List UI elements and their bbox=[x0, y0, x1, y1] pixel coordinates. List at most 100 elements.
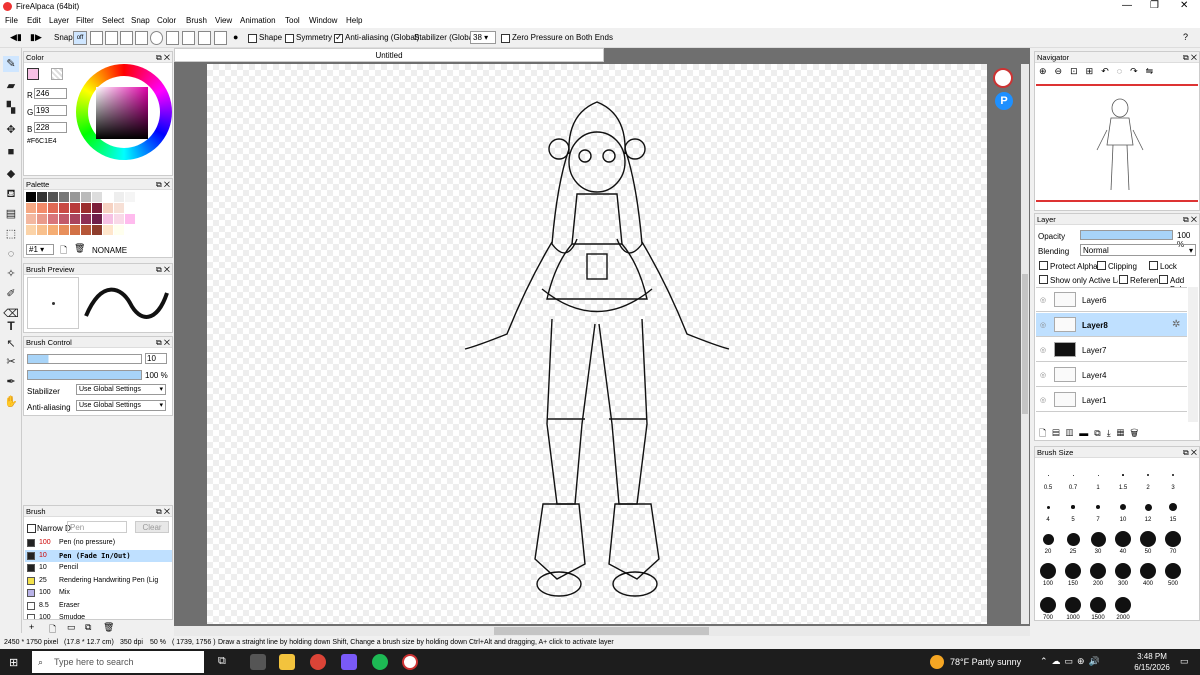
g-input[interactable]: 193 bbox=[34, 105, 67, 116]
brush-size-dot[interactable] bbox=[1090, 563, 1106, 579]
menu-color[interactable]: Color bbox=[157, 16, 176, 25]
firealpaca-taskbar-icon[interactable] bbox=[402, 654, 418, 670]
brush-size-dot[interactable] bbox=[1165, 563, 1181, 579]
brush-size-slider[interactable] bbox=[27, 354, 142, 364]
palette-swatch[interactable] bbox=[59, 192, 69, 202]
palette-swatch[interactable] bbox=[48, 203, 58, 213]
snap-circle-icon[interactable] bbox=[150, 31, 163, 45]
flip-icon[interactable]: ⇋ bbox=[1146, 66, 1162, 76]
brush-size-dot[interactable] bbox=[1095, 504, 1101, 510]
reset-rotate-icon[interactable]: ◌ bbox=[1117, 66, 1130, 76]
rect-fill-tool-icon[interactable]: ■ bbox=[3, 144, 19, 160]
help-icon[interactable]: ? bbox=[1183, 32, 1188, 42]
brush-opacity-slider[interactable] bbox=[27, 370, 142, 380]
panel-controls-icon[interactable]: ⧉ ✕ bbox=[156, 52, 170, 63]
menu-file[interactable]: File bbox=[5, 16, 18, 25]
add-below-checkbox[interactable] bbox=[1159, 275, 1168, 284]
snap-parallel-icon[interactable] bbox=[90, 31, 103, 45]
reference-checkbox[interactable] bbox=[1119, 275, 1128, 284]
brush-size-dot[interactable] bbox=[1090, 597, 1106, 613]
duplicate-brush-icon[interactable]: ⧉ bbox=[85, 622, 91, 633]
palette-swatch[interactable] bbox=[125, 192, 135, 202]
palette-swatch[interactable] bbox=[114, 203, 124, 213]
visibility-icon[interactable]: ◎ bbox=[1040, 296, 1046, 304]
palette-swatch[interactable] bbox=[81, 225, 91, 235]
divide-tool-icon[interactable]: ✂ bbox=[3, 354, 19, 370]
menu-view[interactable]: View bbox=[215, 16, 232, 25]
new-palette-icon[interactable]: 🗋 bbox=[60, 243, 67, 259]
operation-tool-icon[interactable]: ↖ bbox=[3, 336, 19, 352]
brush-size-dot[interactable] bbox=[1046, 505, 1050, 509]
layer-row[interactable]: ◎ Layer6 bbox=[1036, 288, 1187, 312]
add-brush-icon[interactable]: + bbox=[29, 622, 34, 632]
palette-swatch[interactable] bbox=[37, 214, 47, 224]
palette-swatch[interactable] bbox=[70, 203, 80, 213]
taskbar-search-box[interactable]: ⌕ Type here to search bbox=[32, 651, 204, 673]
menu-brush[interactable]: Brush bbox=[186, 16, 207, 25]
new-brush-icon[interactable]: 🗋 bbox=[49, 622, 56, 638]
brush-list-item[interactable]: 10 Pen (Fade In/Out) bbox=[25, 549, 172, 562]
layer-row[interactable]: ◎ Layer1 bbox=[1036, 388, 1187, 412]
lasso-tool-icon[interactable]: ◌ bbox=[3, 246, 19, 262]
palette-grid[interactable] bbox=[26, 192, 158, 238]
layer-folder-icon[interactable]: ▬ bbox=[1079, 428, 1094, 438]
new-layer-icon[interactable]: 🗋 bbox=[1039, 428, 1052, 438]
layer-row[interactable]: ◎ Layer8 ✲ bbox=[1036, 313, 1187, 337]
blending-select[interactable]: Normal ▾ bbox=[1080, 244, 1196, 256]
visibility-icon[interactable]: ◎ bbox=[1040, 321, 1046, 329]
notification-icon[interactable]: ▭ bbox=[1180, 656, 1189, 667]
brush-size-dot[interactable] bbox=[1122, 474, 1124, 476]
duplicate-layer-icon[interactable]: ⧉ bbox=[1094, 428, 1106, 438]
discord-icon[interactable] bbox=[341, 654, 357, 670]
brush-list-item[interactable]: 100 Pen (no pressure) bbox=[25, 537, 172, 549]
palette-swatch[interactable] bbox=[26, 225, 36, 235]
canvas-paper[interactable] bbox=[207, 64, 987, 624]
palette-index-select[interactable]: #1 ▾ bbox=[26, 244, 54, 255]
brush-size-dot[interactable] bbox=[1040, 563, 1056, 579]
brush-size-dot[interactable] bbox=[1071, 505, 1075, 509]
palette-swatch[interactable] bbox=[26, 214, 36, 224]
brush-size-dot[interactable] bbox=[1147, 474, 1149, 476]
palette-swatch[interactable] bbox=[48, 225, 58, 235]
zoom-out-icon[interactable]: ⊖ bbox=[1055, 66, 1071, 76]
merge-down-icon[interactable]: ⤓ bbox=[1107, 428, 1117, 438]
folder-icon[interactable]: ▭ bbox=[67, 622, 76, 633]
b-input[interactable]: 228 bbox=[34, 122, 67, 133]
palette-swatch[interactable] bbox=[81, 203, 91, 213]
horizontal-scrollbar[interactable] bbox=[174, 626, 1030, 636]
palette-swatch[interactable] bbox=[125, 214, 135, 224]
palette-swatch[interactable] bbox=[92, 203, 102, 213]
stabilizer-select[interactable]: 38 ▾ bbox=[470, 31, 496, 44]
brush-list-item[interactable]: 100 Mix bbox=[25, 587, 172, 599]
visibility-icon[interactable]: ◎ bbox=[1040, 396, 1046, 404]
brush-size-dot[interactable] bbox=[1140, 563, 1156, 579]
brush-size-dot[interactable] bbox=[1140, 531, 1156, 547]
text-tool-icon[interactable]: T bbox=[3, 318, 19, 334]
palette-swatch[interactable] bbox=[26, 192, 36, 202]
menu-select[interactable]: Select bbox=[102, 16, 124, 25]
lock-checkbox[interactable] bbox=[1149, 261, 1158, 270]
brush-list-item[interactable]: 100 Smudge bbox=[25, 612, 172, 619]
panel-controls-icon[interactable]: ⧉ ✕ bbox=[156, 179, 170, 190]
vertical-scrollbar[interactable] bbox=[1021, 64, 1029, 624]
layer-opacity-slider[interactable] bbox=[1080, 230, 1173, 240]
brush-size-dot[interactable] bbox=[1115, 531, 1131, 547]
visibility-icon[interactable]: ◎ bbox=[1040, 371, 1046, 379]
zoom-in-icon[interactable]: ⊕ bbox=[1039, 66, 1055, 76]
palette-swatch[interactable] bbox=[37, 192, 47, 202]
system-tray-icons[interactable]: ⌃☁▭⊕🔊 bbox=[1040, 656, 1104, 667]
minimize-icon[interactable]: — bbox=[1122, 0, 1132, 11]
palette-swatch[interactable] bbox=[37, 203, 47, 213]
palette-swatch[interactable] bbox=[114, 192, 124, 202]
rotate-left-icon[interactable]: ↶ bbox=[1101, 66, 1117, 76]
menu-help[interactable]: Help bbox=[346, 16, 362, 25]
delete-brush-icon[interactable]: 🗑 bbox=[103, 622, 114, 633]
palette-swatch[interactable] bbox=[92, 214, 102, 224]
zero-pressure-checkbox[interactable] bbox=[501, 34, 510, 43]
brush-size-dot[interactable] bbox=[1115, 563, 1131, 579]
gradient-tool-icon[interactable]: ▤ bbox=[3, 206, 19, 222]
palette-swatch[interactable] bbox=[103, 192, 113, 202]
saturation-square[interactable] bbox=[96, 87, 148, 139]
bucket-tool-icon[interactable]: ⛾ bbox=[3, 186, 19, 202]
snap-curve-icon[interactable] bbox=[166, 31, 179, 45]
